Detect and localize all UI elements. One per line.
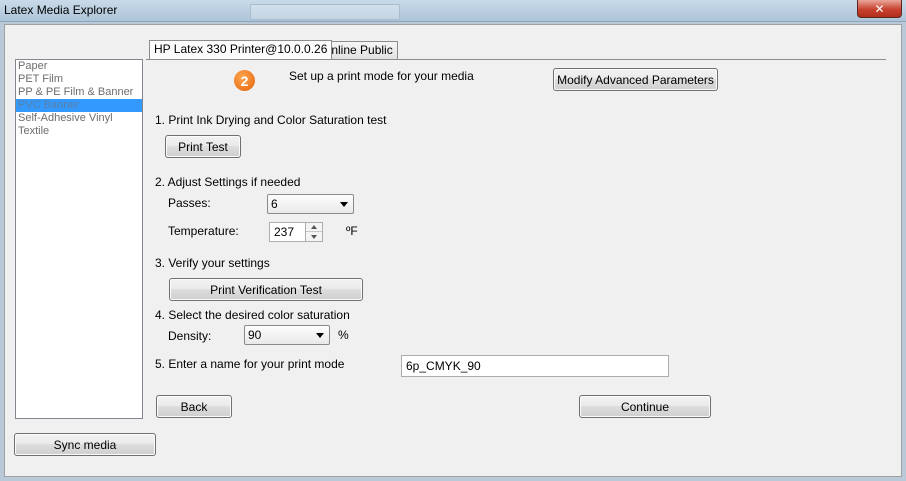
print-mode-name-input[interactable]: 6p_CMYK_90: [401, 355, 669, 377]
passes-select[interactable]: 6: [267, 194, 354, 214]
close-icon: ✕: [874, 1, 885, 16]
density-label: Density:: [168, 329, 212, 343]
list-item[interactable]: Paper: [16, 60, 142, 73]
stepper-up-icon[interactable]: [306, 223, 322, 232]
close-button[interactable]: ✕: [857, 0, 902, 18]
print-test-button[interactable]: Print Test: [165, 135, 241, 158]
chevron-down-icon: [340, 202, 348, 207]
back-button[interactable]: Back: [156, 395, 232, 418]
temperature-label: Temperature:: [168, 224, 239, 238]
temperature-input[interactable]: 237: [269, 222, 306, 242]
step3-title: 3. Verify your settings: [155, 256, 270, 270]
list-item[interactable]: Textile: [16, 125, 142, 138]
step-number: 2: [240, 72, 249, 89]
density-select[interactable]: 90: [244, 325, 330, 345]
passes-label: Passes:: [168, 196, 211, 210]
background-window-ghost: [250, 4, 400, 20]
window-client-area: Paper PET Film PP & PE Film & Banner PVC…: [4, 24, 902, 477]
step2-title: 2. Adjust Settings if needed: [155, 175, 301, 189]
step1-title: 1. Print Ink Drying and Color Saturation…: [155, 113, 387, 127]
step5-title: 5. Enter a name for your print mode: [155, 357, 345, 371]
list-item[interactable]: PP & PE Film & Banner: [16, 86, 142, 99]
print-verification-test-button[interactable]: Print Verification Test: [169, 278, 363, 301]
list-item[interactable]: PET Film: [16, 73, 142, 86]
instruction-text: Set up a print mode for your media: [289, 69, 474, 83]
media-category-list[interactable]: Paper PET Film PP & PE Film & Banner PVC…: [15, 59, 143, 419]
density-unit: %: [338, 328, 349, 342]
temperature-unit: ºF: [346, 224, 358, 238]
continue-button[interactable]: Continue: [579, 395, 711, 418]
chevron-down-icon: [316, 333, 324, 338]
list-item[interactable]: Self-Adhesive Vinyl: [16, 112, 142, 125]
tab-printer[interactable]: HP Latex 330 Printer@10.0.0.26: [149, 40, 333, 59]
title-bar[interactable]: Latex Media Explorer: [0, 0, 906, 22]
stepper-down-icon[interactable]: [306, 232, 322, 241]
window-title: Latex Media Explorer: [4, 3, 118, 17]
modify-advanced-parameters-button[interactable]: Modify Advanced Parameters: [553, 68, 718, 91]
density-value: 90: [248, 328, 262, 342]
step-number-badge: 2: [234, 70, 255, 91]
list-item-selected[interactable]: PVC Banner: [16, 99, 142, 112]
sync-media-button[interactable]: Sync media: [14, 433, 156, 456]
temperature-stepper[interactable]: [305, 222, 323, 242]
passes-value: 6: [271, 197, 278, 211]
step4-title: 4. Select the desired color saturation: [155, 308, 350, 322]
